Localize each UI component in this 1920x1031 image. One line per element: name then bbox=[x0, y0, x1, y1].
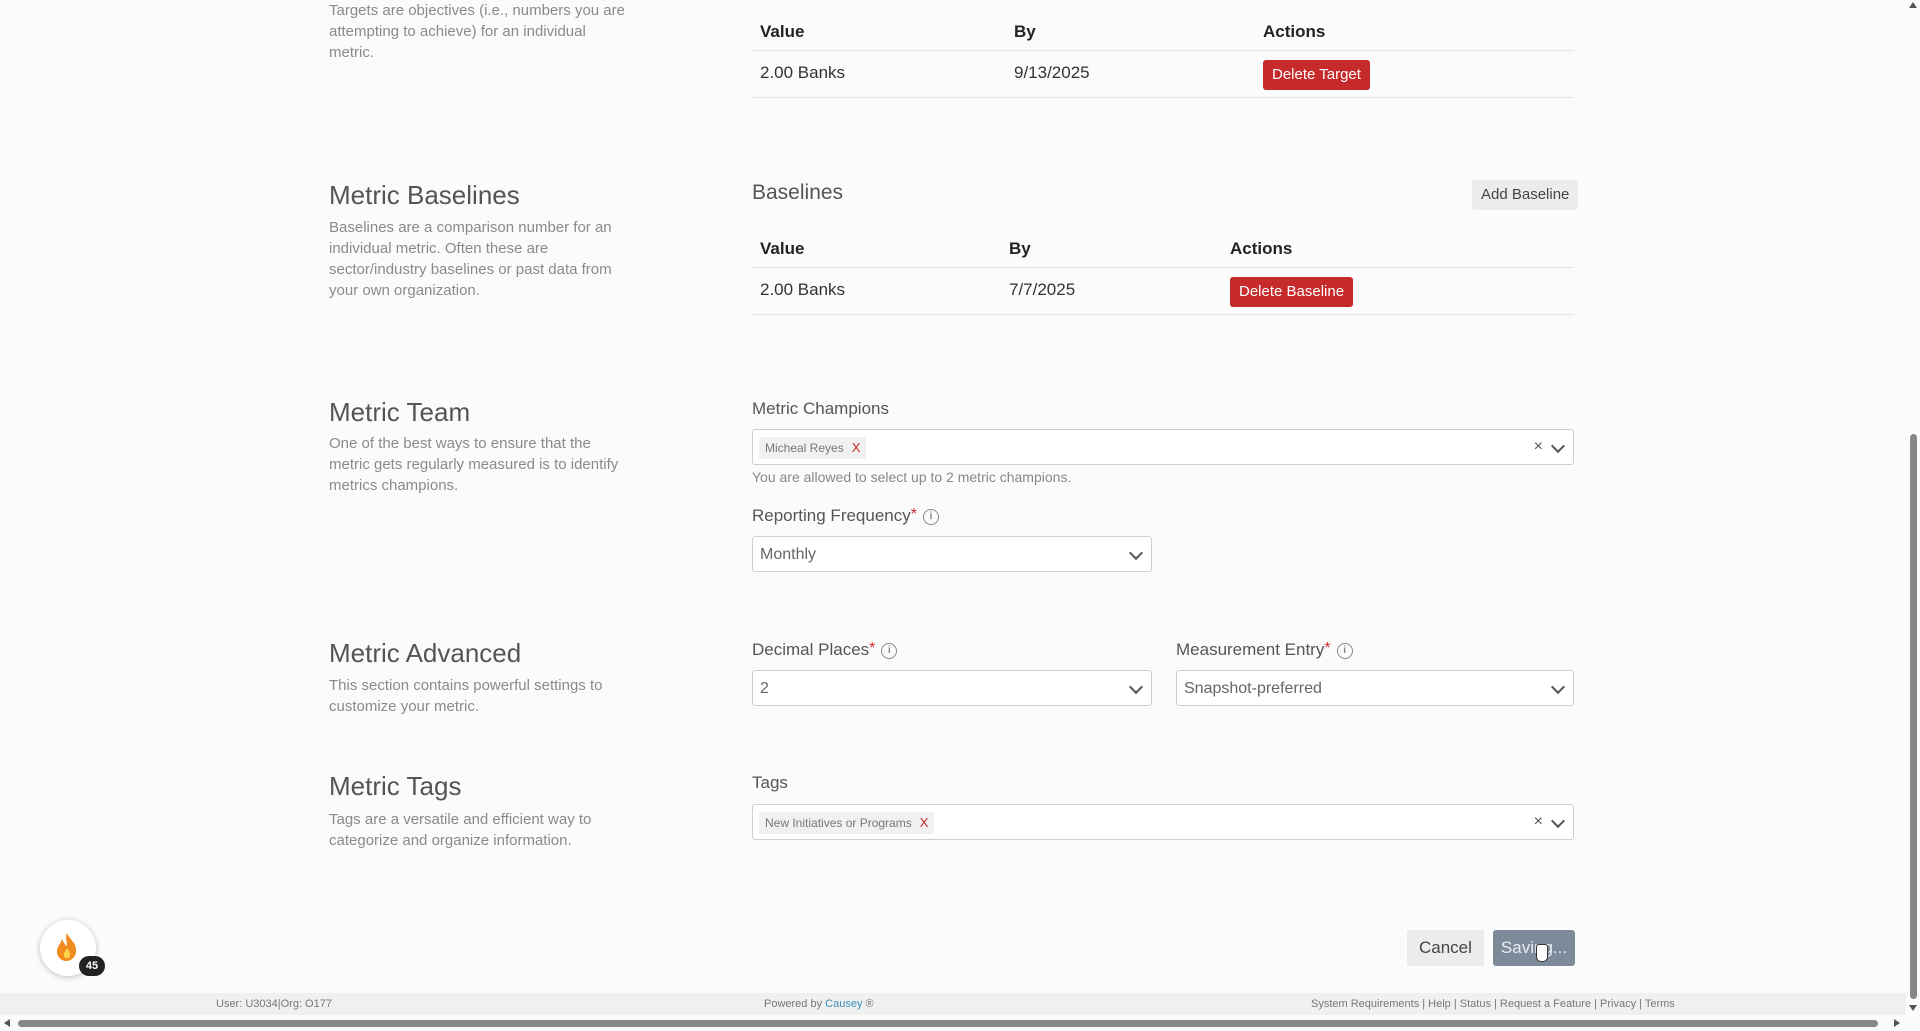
team-section-title: Metric Team bbox=[329, 397, 471, 427]
targets-table-header: Value By Actions bbox=[752, 10, 1574, 51]
scroll-up-arrow-icon[interactable] bbox=[1909, 2, 1917, 8]
baselines-description: Baselines are a comparison number for an… bbox=[329, 219, 612, 299]
chevron-down-icon[interactable] bbox=[1550, 438, 1566, 454]
tags-select[interactable]: New Initiatives or Programs X × bbox=[752, 804, 1574, 840]
chevron-down-icon[interactable] bbox=[1128, 679, 1144, 695]
clear-champions-icon[interactable]: × bbox=[1534, 438, 1543, 456]
delete-baseline-button[interactable]: Delete Baseline bbox=[1230, 277, 1354, 307]
chevron-down-icon[interactable] bbox=[1550, 679, 1566, 695]
tags-label: Tags bbox=[752, 773, 788, 792]
target-by: 9/13/2025 bbox=[1014, 63, 1090, 82]
baselines-col-actions: Actions bbox=[1230, 239, 1293, 258]
tags-description: Tags are a versatile and efficient way t… bbox=[329, 811, 592, 849]
scroll-down-arrow-icon[interactable] bbox=[1909, 1005, 1917, 1011]
champions-label: Metric Champions bbox=[752, 399, 889, 418]
champion-chip-label: Micheal Reyes bbox=[765, 441, 844, 455]
team-description: One of the best ways to ensure that the … bbox=[329, 435, 619, 494]
info-icon[interactable]: i bbox=[1336, 642, 1353, 659]
required-marker: * bbox=[1324, 640, 1331, 657]
frequency-label-text: Reporting Frequency bbox=[752, 506, 911, 525]
chevron-down-icon[interactable] bbox=[1550, 813, 1566, 829]
frequency-value: Monthly bbox=[760, 546, 817, 563]
floating-assistant-button[interactable]: 45 bbox=[40, 920, 105, 976]
targets-col-actions: Actions bbox=[1263, 22, 1326, 41]
delete-target-button[interactable]: Delete Target bbox=[1263, 60, 1370, 90]
save-button[interactable]: Saving... bbox=[1493, 930, 1575, 966]
tag-chip: New Initiatives or Programs X bbox=[759, 812, 935, 834]
baselines-col-value: Value bbox=[760, 239, 805, 258]
causey-link[interactable]: Causey bbox=[825, 998, 862, 1010]
tags-section-title: Metric Tags bbox=[329, 771, 462, 801]
targets-description: Targets are objectives (i.e., numbers yo… bbox=[329, 2, 625, 61]
baseline-value: 2.00 Banks bbox=[760, 280, 846, 299]
frequency-label: Reporting Frequency* i bbox=[752, 506, 939, 526]
champions-hint: You are allowed to select up to 2 metric… bbox=[752, 469, 1072, 485]
baseline-by: 7/7/2025 bbox=[1009, 280, 1076, 299]
entry-label-text: Measurement Entry bbox=[1176, 640, 1325, 659]
frequency-select[interactable]: Monthly bbox=[752, 536, 1152, 572]
cursor-pointer-icon bbox=[1536, 944, 1548, 962]
info-icon[interactable]: i bbox=[881, 642, 898, 659]
remove-champion-icon[interactable]: X bbox=[852, 440, 861, 455]
advanced-description: This section contains powerful settings … bbox=[329, 677, 603, 715]
target-value: 2.00 Banks bbox=[760, 63, 846, 82]
entry-label: Measurement Entry* i bbox=[1176, 640, 1353, 660]
targets-table: Value By Actions 2.00 Banks 9/13/2025 De… bbox=[752, 10, 1574, 98]
scroll-right-arrow-icon[interactable] bbox=[1894, 1019, 1900, 1027]
flame-icon bbox=[54, 932, 80, 962]
vertical-scrollbar[interactable] bbox=[1906, 0, 1920, 1015]
decimal-select[interactable]: 2 bbox=[752, 670, 1152, 706]
cancel-button[interactable]: Cancel bbox=[1407, 930, 1484, 966]
required-marker: * bbox=[910, 506, 917, 523]
baselines-table-header: Value By Actions bbox=[752, 227, 1574, 268]
notification-badge: 45 bbox=[79, 956, 105, 976]
horizontal-scrollbar[interactable] bbox=[0, 1015, 1908, 1031]
decimal-label: Decimal Places* i bbox=[752, 640, 898, 660]
baselines-panel-title: Baselines bbox=[752, 181, 844, 204]
decimal-label-text: Decimal Places bbox=[752, 640, 870, 659]
footer-user: User: U3034|Org: O177 bbox=[216, 998, 332, 1010]
champions-select[interactable]: Micheal Reyes X × bbox=[752, 429, 1574, 465]
remove-tag-icon[interactable]: X bbox=[920, 815, 929, 830]
powered-prefix: Powered by bbox=[764, 998, 823, 1010]
powered-suffix: ® bbox=[865, 998, 874, 1010]
footer-links[interactable]: System Requirements | Help | Status | Re… bbox=[1311, 998, 1675, 1010]
footer-powered: Powered by Causey ® bbox=[764, 998, 874, 1010]
decimal-value: 2 bbox=[760, 680, 769, 697]
advanced-section-title: Metric Advanced bbox=[329, 638, 522, 668]
add-baseline-button[interactable]: Add Baseline bbox=[1472, 180, 1579, 210]
entry-select[interactable]: Snapshot-preferred bbox=[1176, 670, 1574, 706]
table-row: 2.00 Banks 7/7/2025 Delete Baseline bbox=[752, 268, 1574, 315]
baselines-table: Value By Actions 2.00 Banks 7/7/2025 Del… bbox=[752, 227, 1574, 315]
champion-chip: Micheal Reyes X bbox=[759, 437, 867, 459]
targets-col-by: By bbox=[1014, 22, 1036, 41]
chevron-down-icon[interactable] bbox=[1128, 545, 1144, 561]
entry-value: Snapshot-preferred bbox=[1184, 680, 1322, 697]
required-marker: * bbox=[869, 640, 876, 657]
horizontal-scroll-thumb[interactable] bbox=[18, 1020, 1878, 1027]
baselines-col-by: By bbox=[1009, 239, 1031, 258]
footer: User: U3034|Org: O177 Powered by Causey … bbox=[0, 993, 1910, 1015]
info-icon[interactable]: i bbox=[923, 508, 939, 525]
baselines-section-title: Metric Baselines bbox=[329, 180, 520, 210]
vertical-scroll-thumb[interactable] bbox=[1910, 434, 1917, 999]
tag-chip-label: New Initiatives or Programs bbox=[765, 816, 912, 830]
targets-col-value: Value bbox=[760, 22, 805, 41]
clear-tags-icon[interactable]: × bbox=[1534, 813, 1543, 831]
table-row: 2.00 Banks 9/13/2025 Delete Target bbox=[752, 51, 1574, 98]
scroll-left-arrow-icon[interactable] bbox=[4, 1019, 10, 1027]
